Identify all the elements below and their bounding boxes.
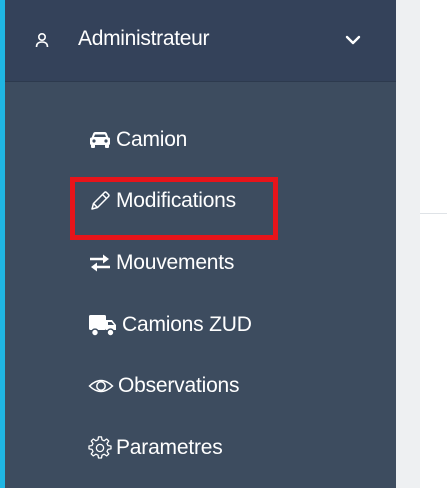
sidebar-item-label: Observations [118,374,240,397]
sidebar-item-modifications[interactable]: Modifications [88,183,236,219]
sidebar-item-label: Camion [116,128,188,151]
sidebar-item-label: Camions ZUD [122,313,252,336]
sidebar-item-mouvements[interactable]: Mouvements [88,245,234,281]
sidebar-header-administrateur[interactable]: Administrateur [5,0,396,82]
sidebar-item-camions-zud[interactable]: Camions ZUD [88,307,252,343]
sidebar-header-label: Administrateur [78,27,210,50]
sidebar-item-label: Modifications [116,189,236,212]
exchange-arrows-icon [88,252,112,274]
chevron-down-icon[interactable] [345,33,361,47]
eye-icon [88,376,114,396]
sidebar-item-camion[interactable]: Camion [88,122,187,158]
truck-icon [88,312,118,338]
sidebar: Administrateur Camion Modifications Mouv… [0,0,396,488]
sidebar-item-label: Mouvements [116,251,235,274]
content-divider [420,213,447,214]
content-panel [420,0,447,488]
gear-icon [88,436,112,460]
sidebar-item-observations[interactable]: Observations [88,368,240,404]
user-icon [34,32,50,50]
car-icon [88,130,112,150]
sidebar-item-parametres[interactable]: Parametres [88,430,223,466]
sidebar-item-label: Parametres [116,436,223,459]
pencil-icon [88,189,112,213]
